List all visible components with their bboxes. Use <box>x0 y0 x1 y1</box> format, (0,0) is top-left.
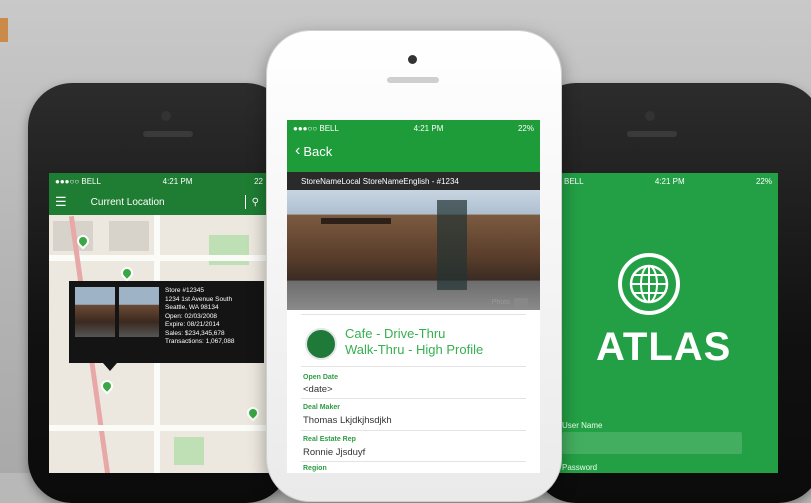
left-phone-speaker <box>143 131 193 137</box>
carrier-label: ●●●○○ BELL <box>55 176 101 186</box>
store-logo-icon <box>305 328 337 360</box>
map-pin-icon[interactable] <box>98 377 116 395</box>
username-label: User Name <box>562 421 603 430</box>
store-callout[interactable]: Store #12345 1234 1st Avenue South Seatt… <box>69 281 264 363</box>
center-phone-camera <box>408 55 417 64</box>
menu-icon[interactable]: ☰ <box>55 194 67 210</box>
password-label: Password <box>562 463 598 472</box>
storefront-sign <box>321 218 391 224</box>
separator <box>244 195 246 209</box>
center-phone-speaker <box>387 77 439 83</box>
callout-line: Open: 02/03/2008 <box>165 312 218 320</box>
divider <box>301 366 526 367</box>
camera-icon <box>514 298 528 307</box>
map-block <box>109 221 149 251</box>
time-label: 4:21 PM <box>654 176 685 186</box>
time-label: 4:21 PM <box>162 176 193 186</box>
map-screen: ●●●○○ BELL 4:21 PM 22 ☰ Current Location… <box>49 173 269 473</box>
callout-line: Transactions: 1,067,088 <box>165 338 235 345</box>
carrier-label: BELL <box>564 176 584 186</box>
tree-shape <box>437 200 467 290</box>
map-pin-icon[interactable] <box>244 404 262 422</box>
time-label: 4:21 PM <box>413 123 444 133</box>
callout-line: Seattle, WA 98134 <box>165 304 219 311</box>
callout-line: Sales: $234,345,678 <box>165 329 225 337</box>
divider <box>301 398 526 399</box>
map-street <box>49 425 269 431</box>
status-bar: ●●●○○ BELL 4:21 PM 22 <box>49 173 269 189</box>
store-detail-screen: ●●●○○ BELL 4:21 PM 22% ‹ Back StoreNameL… <box>287 120 540 473</box>
store-photo[interactable] <box>287 190 540 310</box>
field-label: Real Estate Rep <box>303 436 356 443</box>
chevron-left-icon: ‹ <box>295 142 301 159</box>
left-phone-camera <box>161 111 171 121</box>
status-bar: BELL 4:21 PM 22% <box>558 173 778 189</box>
photo-link[interactable]: Photo <box>492 298 528 307</box>
divider <box>301 314 526 315</box>
battery-label: 22% <box>755 176 772 186</box>
divider <box>301 461 526 462</box>
field-label: Open Date <box>303 374 339 381</box>
callout-line: Expire: 08/21/2014 <box>165 321 220 328</box>
globe-logo-icon <box>618 253 680 315</box>
callout-arrow <box>103 363 117 371</box>
field-label: Deal Maker <box>303 404 340 411</box>
nav-bar: ●●●○○ BELL 4:21 PM 22% ‹ Back <box>287 120 540 172</box>
status-bar: ●●●○○ BELL 4:21 PM 22% <box>287 120 540 136</box>
login-screen: BELL 4:21 PM 22% ATLAS User Name Passwor… <box>558 173 778 473</box>
username-field[interactable] <box>562 432 742 454</box>
callout-line: 1234 1st Avenue South <box>165 295 233 303</box>
back-button[interactable]: ‹ Back <box>295 142 332 160</box>
map-park <box>174 437 204 465</box>
battery-label: 22 <box>254 176 263 186</box>
carrier-label: ●●●○○ BELL <box>293 123 339 133</box>
store-type-line-2: Walk-Thru - High Profile <box>345 342 484 357</box>
app-name: ATLAS <box>596 325 732 369</box>
right-phone-speaker <box>627 131 677 137</box>
divider <box>301 430 526 431</box>
store-name-bar: StoreNameLocal StoreNameEnglish - #1234 <box>287 172 540 190</box>
map-pin-icon[interactable] <box>118 264 136 282</box>
right-phone-camera <box>645 111 655 121</box>
corner-tab <box>0 18 8 42</box>
callout-text: Store #12345 1234 1st Avenue South Seatt… <box>165 287 235 347</box>
field-value: <date> <box>303 384 333 395</box>
field-value: Thomas Lkjdkjhsdjkh <box>303 415 392 426</box>
field-value: Ronnie Jjsduyf <box>303 447 366 458</box>
search-icon[interactable]: ⚲ <box>252 197 259 208</box>
store-type-line-1: Cafe - Drive-Thru <box>345 326 446 341</box>
map-header: ☰ Current Location ⚲ <box>49 189 269 215</box>
field-label: Region <box>303 465 327 472</box>
photo-label: Photo <box>491 299 510 306</box>
store-thumbnail <box>119 287 159 337</box>
battery-label: 22% <box>517 123 534 133</box>
callout-line: Store #12345 <box>165 287 205 294</box>
back-label: Back <box>303 143 333 159</box>
map-title: Current Location <box>90 196 165 208</box>
store-thumbnail <box>75 287 115 337</box>
